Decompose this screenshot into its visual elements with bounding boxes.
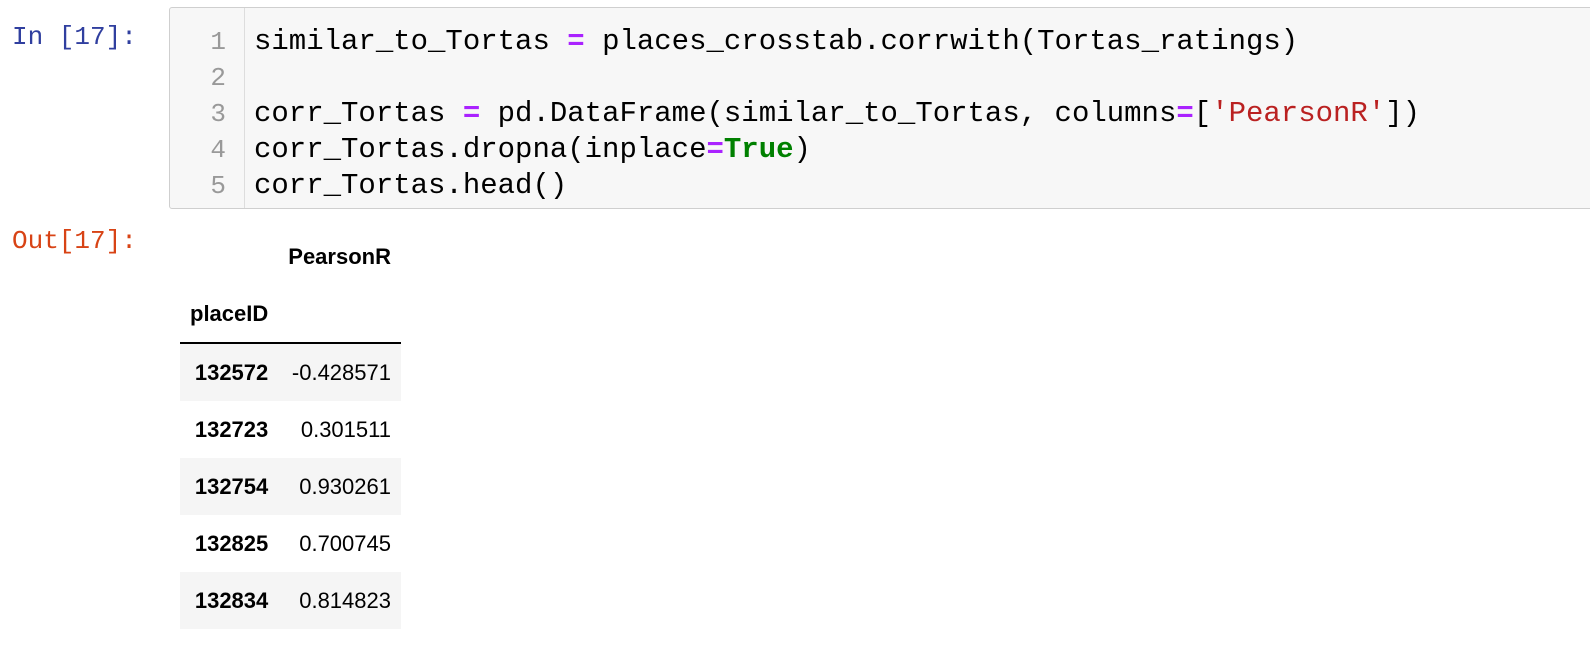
index-name: placeID (180, 285, 279, 344)
line-number: 3 (210, 99, 226, 129)
row-index: 132572 (194, 359, 269, 385)
line-number: 2 (210, 63, 226, 93)
code-token: places_crosstab.corrwith(Tortas_ratings) (584, 25, 1299, 58)
line-number: 5 (210, 171, 226, 201)
dataframe-output: PearsonR placeID 132572 -0.428571 132723 0.… (180, 228, 401, 629)
code-token: corr_Tortas.head() (254, 169, 568, 202)
code-token: = (567, 25, 585, 58)
table-row: 132825 0.700745 (180, 515, 401, 572)
code-text: corr_Tortas.dropna(inplace=True) (254, 132, 811, 168)
table-row: 132754 0.930261 (180, 458, 401, 515)
code-token: 'PearsonR' (1211, 97, 1386, 130)
pearsonr-value: -0.428571 (291, 359, 391, 385)
input-prompt: In [17]: (12, 22, 137, 52)
line-number: 1 (210, 27, 226, 57)
row-index: 132834 (194, 587, 269, 613)
code-text: corr_Tortas.head() (254, 168, 567, 204)
code-token: [ (1193, 97, 1212, 130)
code-token: True (723, 133, 794, 166)
table-row: 132834 0.814823 (180, 572, 401, 629)
row-index: 132825 (194, 530, 269, 556)
code-token: = (1176, 97, 1194, 130)
row-index: 132754 (194, 473, 269, 499)
code-token: pd.DataFrame(similar_to_Tortas, columns (480, 97, 1177, 130)
code-token: = (706, 133, 724, 166)
code-token: ]) (1385, 97, 1421, 130)
row-index: 132723 (194, 416, 269, 442)
pearsonr-value: 0.301511 (300, 416, 391, 442)
output-prompt: Out[17]: (12, 226, 137, 256)
table-row: 132723 0.301511 (180, 401, 401, 458)
table-row: 132572 -0.428571 (180, 343, 401, 401)
code-text: corr_Tortas = pd.DataFrame(similar_to_To… (254, 96, 1420, 132)
code-token: ) (793, 133, 811, 166)
line-number: 4 (210, 135, 226, 165)
pearsonr-value: 0.814823 (299, 587, 391, 613)
pearsonr-value: 0.700745 (299, 530, 391, 556)
code-cell-editor[interactable]: 1 similar_to_Tortas = places_crosstab.cor… (169, 7, 1590, 209)
column-header: PearsonR (288, 243, 391, 269)
code-token: similar_to_Tortas (254, 25, 568, 58)
code-token: corr_Tortas.dropna(inplace (254, 133, 707, 166)
code-token: corr_Tortas (254, 97, 463, 130)
code-text: similar_to_Tortas = places_crosstab.corr… (254, 24, 1298, 60)
pearsonr-value: 0.930261 (299, 473, 391, 499)
code-token: = (462, 97, 481, 130)
